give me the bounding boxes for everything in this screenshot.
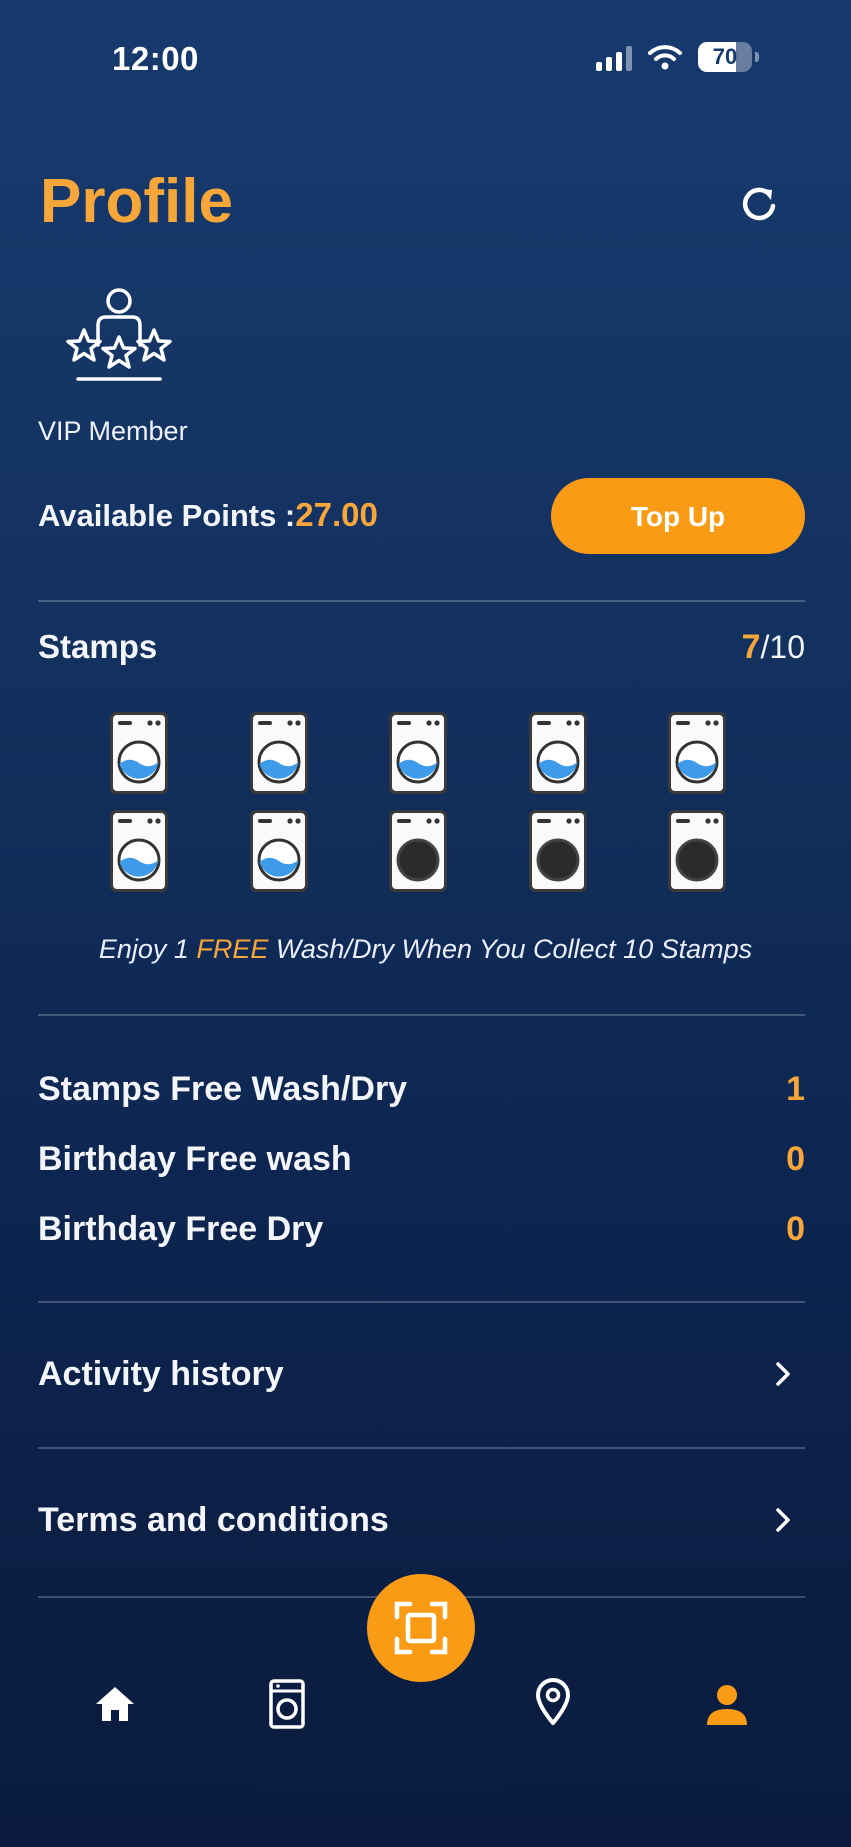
stamp-empty-icon (668, 810, 726, 892)
stamp-filled-icon (668, 712, 726, 794)
promo-highlight: FREE (196, 934, 269, 964)
stamp-filled-icon (389, 712, 447, 794)
promo-prefix: Enjoy 1 (98, 934, 197, 964)
wifi-icon (648, 45, 682, 70)
divider (38, 600, 805, 602)
battery-cap (755, 52, 759, 62)
cellular-signal-icon (596, 43, 632, 71)
reward-row-stamps-free: Stamps Free Wash/Dry 1 (38, 1070, 805, 1109)
reward-value: 0 (786, 1210, 805, 1248)
vip-member-icon (66, 288, 172, 381)
reward-value: 0 (786, 1140, 805, 1178)
status-bar: 12:00 70 (0, 0, 851, 120)
stamp-filled-icon (528, 712, 587, 794)
stamp-filled-icon (110, 810, 168, 892)
reward-value: 1 (786, 1070, 805, 1108)
stamp-filled-icon (249, 810, 308, 892)
chevron-right-icon (776, 1362, 790, 1386)
stamp-filled-icon (249, 712, 308, 794)
terms-label: Terms and conditions (38, 1501, 389, 1539)
reward-row-birthday-dry: Birthday Free Dry 0 (38, 1210, 805, 1249)
terms-and-conditions-link[interactable]: Terms and conditions (38, 1491, 805, 1551)
stamps-promo-text: Enjoy 1 FREE Wash/Dry When You Collect 1… (0, 934, 851, 965)
refresh-icon[interactable] (735, 180, 783, 228)
profile-screen: 12:00 70 Profile VIP Member Available Po… (0, 0, 851, 1847)
stamps-title: Stamps (38, 628, 158, 665)
divider (38, 1447, 805, 1449)
available-points: Available Points :27.00 (38, 496, 378, 534)
reward-row-birthday-wash: Birthday Free wash 0 (38, 1140, 805, 1179)
activity-history-label: Activity history (38, 1355, 284, 1393)
stamps-total: /10 (760, 629, 805, 665)
stamps-collected: 7 (741, 628, 761, 666)
top-up-button[interactable]: Top Up (551, 478, 805, 554)
stamp-empty-icon (389, 810, 447, 892)
points-value: 27.00 (295, 496, 378, 533)
stamp-filled-icon (110, 712, 168, 794)
status-time: 12:00 (112, 40, 199, 77)
divider (38, 1301, 805, 1303)
profile-icon[interactable] (704, 1682, 750, 1728)
stamps-count: 7/10 (742, 628, 805, 667)
reward-label: Birthday Free wash (38, 1140, 352, 1178)
member-tier-label: VIP Member (38, 416, 188, 446)
promo-suffix: Wash/Dry When You Collect 10 Stamps (268, 934, 753, 964)
location-pin-icon[interactable] (530, 1676, 576, 1728)
washing-machine-icon[interactable] (263, 1678, 311, 1730)
chevron-right-icon (776, 1508, 790, 1532)
reward-label: Birthday Free Dry (38, 1210, 324, 1248)
battery-icon: 70 (698, 42, 752, 72)
stamp-grid (108, 710, 734, 894)
activity-history-link[interactable]: Activity history (38, 1345, 805, 1405)
page-title: Profile (40, 167, 233, 236)
battery-percent: 70 (712, 44, 738, 69)
home-icon[interactable] (91, 1680, 139, 1728)
stamp-empty-icon (528, 810, 587, 892)
reward-label: Stamps Free Wash/Dry (38, 1070, 408, 1108)
status-icons: 70 (596, 42, 759, 72)
scan-button[interactable] (367, 1574, 475, 1682)
points-label: Available Points : (38, 498, 296, 533)
scan-icon (394, 1601, 448, 1655)
divider (38, 1014, 805, 1016)
